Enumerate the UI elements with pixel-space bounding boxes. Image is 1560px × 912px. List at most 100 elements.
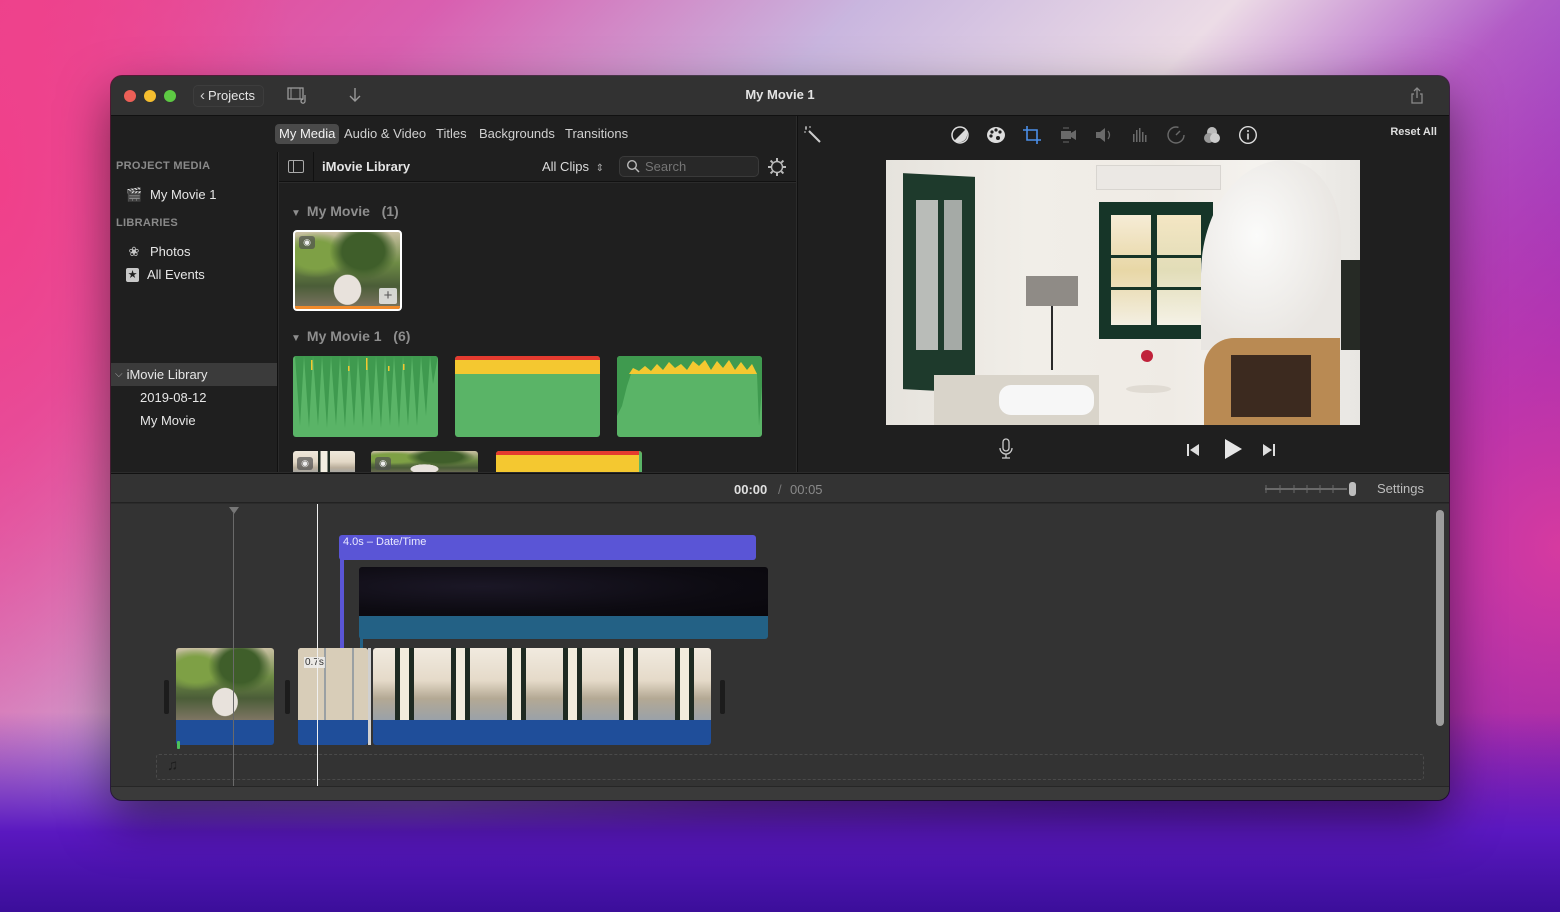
library-header: iMovie Library All Clips ⇕ <box>279 152 796 182</box>
clip-filter-icon[interactable] <box>1202 125 1222 145</box>
updown-chevron-icon: ⇕ <box>595 163 604 174</box>
magic-wand-icon[interactable] <box>803 125 823 145</box>
skimmer-line <box>233 512 234 786</box>
search-icon <box>626 159 640 178</box>
section-count: (6) <box>393 328 411 344</box>
section-my-movie[interactable]: ▼ My Movie (1) <box>291 203 399 219</box>
color-balance-icon[interactable] <box>950 125 970 145</box>
noise-reduction-equalizer-icon[interactable] <box>1130 125 1150 145</box>
sidebar-item-project[interactable]: 🎬 My Movie 1 <box>111 183 277 206</box>
skip-back-button[interactable] <box>1186 443 1200 462</box>
clip-audio-track <box>176 720 274 745</box>
background-clip-video <box>359 567 768 616</box>
sidebar-item-photos[interactable]: ❀ Photos <box>111 240 277 263</box>
microphone-icon[interactable] <box>998 438 1014 465</box>
clip-filter-dropdown[interactable]: All Clips ⇕ <box>542 159 604 174</box>
chevron-down-icon[interactable]: ⌵ <box>115 363 123 386</box>
clip-handle[interactable] <box>720 680 725 714</box>
sidebar-item-label: Photos <box>150 244 191 259</box>
current-time: 00:00 <box>734 482 768 497</box>
media-clip-audio-4[interactable] <box>496 451 642 472</box>
skip-forward-button[interactable] <box>1262 443 1276 462</box>
sidebar-event-my-movie[interactable]: My Movie <box>111 409 277 432</box>
total-time: 00:05 <box>790 482 823 497</box>
imovie-window: ‹ Projects My Movie 1 My Media Audio & V… <box>111 76 1449 800</box>
camera-icon: ◉ <box>299 236 315 249</box>
window-title: My Movie 1 <box>745 87 815 102</box>
volume-icon[interactable] <box>1094 125 1114 145</box>
clip-video-filmstrip <box>373 648 711 720</box>
photos-icon: ❀ <box>128 244 140 259</box>
playhead[interactable] <box>317 504 318 786</box>
timeline-clip-room-2[interactable] <box>373 648 711 745</box>
transition-duration-label: 0.7s <box>304 657 325 668</box>
library-title: iMovie Library <box>322 159 411 174</box>
share-icon[interactable] <box>1407 86 1427 106</box>
media-clip-garden-photo[interactable]: ◉ + <box>293 230 402 311</box>
audio-waveform <box>293 356 438 428</box>
title-clip-label: 4.0s – Date/Time <box>343 536 427 548</box>
media-clip-room-photo[interactable]: ◉ <box>293 451 355 472</box>
sidebar-item-imovie-library[interactable]: ⌵ iMovie Library <box>111 363 277 386</box>
clip-split-marker <box>368 648 371 745</box>
disclosure-triangle-icon[interactable]: ▼ <box>291 333 301 344</box>
title-clip-date-time[interactable]: 4.0s – Date/Time <box>339 535 756 560</box>
media-clip-audio-3[interactable] <box>617 356 762 437</box>
sidebar-toggle-icon[interactable] <box>288 160 304 173</box>
sidebar-event-date[interactable]: 2019-08-12 <box>111 386 277 409</box>
search-input[interactable] <box>645 158 753 175</box>
search-field[interactable] <box>619 156 759 177</box>
gear-icon[interactable] <box>767 157 787 182</box>
clapperboard-icon: 🎬 <box>126 187 143 202</box>
tab-my-media[interactable]: My Media <box>275 124 340 144</box>
tab-transitions[interactable]: Transitions <box>561 124 632 144</box>
sidebar-item-all-events[interactable]: ★ All Events <box>111 263 277 286</box>
timeline-zoom-slider[interactable] <box>1265 481 1357 497</box>
add-clip-plus-icon[interactable]: + <box>379 288 397 304</box>
skimmer-head[interactable] <box>229 507 239 514</box>
section-count: (1) <box>381 203 399 219</box>
camera-icon: ◉ <box>375 457 391 470</box>
section-my-movie-1[interactable]: ▼ My Movie 1 (6) <box>291 328 410 344</box>
tab-audio-video[interactable]: Audio & Video <box>340 124 430 144</box>
clip-handle[interactable] <box>164 680 169 714</box>
stabilization-camera-icon[interactable] <box>1058 125 1078 145</box>
project-media-heading: PROJECT MEDIA <box>116 160 211 172</box>
reset-all-button[interactable]: Reset All <box>1390 126 1437 138</box>
tab-titles[interactable]: Titles <box>432 124 471 144</box>
clip-handle[interactable] <box>285 680 290 714</box>
timeline-scrollbar[interactable] <box>1436 510 1444 726</box>
timeline: 4.0s – Date/Time 0.7s ♫ <box>111 504 1449 786</box>
info-icon[interactable] <box>1238 125 1258 145</box>
clip-filter-value: All Clips <box>542 159 589 174</box>
video-preview <box>886 160 1360 425</box>
music-well[interactable]: ♫ <box>156 754 1424 780</box>
timeline-clip-garden[interactable] <box>176 648 274 745</box>
color-correction-palette-icon[interactable] <box>986 125 1006 145</box>
adjustments-toolbar: Reset All <box>797 116 1449 152</box>
tab-backgrounds[interactable]: Backgrounds <box>475 124 559 144</box>
sidebar-item-label: iMovie Library <box>126 367 208 382</box>
library-sidebar: PROJECT MEDIA 🎬 My Movie 1 LIBRARIES ❀ P… <box>111 152 278 472</box>
timeline-clip-room-1[interactable]: 0.7s <box>298 648 368 745</box>
background-clip[interactable] <box>359 567 768 639</box>
crop-icon[interactable] <box>1022 125 1042 145</box>
star-icon: ★ <box>126 267 139 282</box>
media-clip-audio-2[interactable] <box>455 356 600 437</box>
media-clip-audio-1[interactable] <box>293 356 438 437</box>
section-title: My Movie 1 <box>306 328 382 344</box>
disclosure-triangle-icon[interactable]: ▼ <box>291 208 301 219</box>
camera-icon: ◉ <box>297 457 313 470</box>
media-clip-garden-photo-2[interactable]: ◉ <box>371 451 478 472</box>
clip-audio-track <box>373 720 711 745</box>
title-clip-connector <box>340 559 344 651</box>
timeline-settings-button[interactable]: Settings <box>1377 481 1424 496</box>
sidebar-item-label: All Events <box>147 267 205 282</box>
sidebar-item-label: My Movie 1 <box>150 187 217 202</box>
speed-gauge-icon[interactable] <box>1166 125 1186 145</box>
background-clip-audio <box>359 616 768 639</box>
clip-used-indicator <box>295 306 400 309</box>
title-bar: ‹ Projects My Movie 1 <box>111 76 1449 116</box>
time-separator: / <box>778 482 782 497</box>
play-button[interactable] <box>1223 438 1243 465</box>
